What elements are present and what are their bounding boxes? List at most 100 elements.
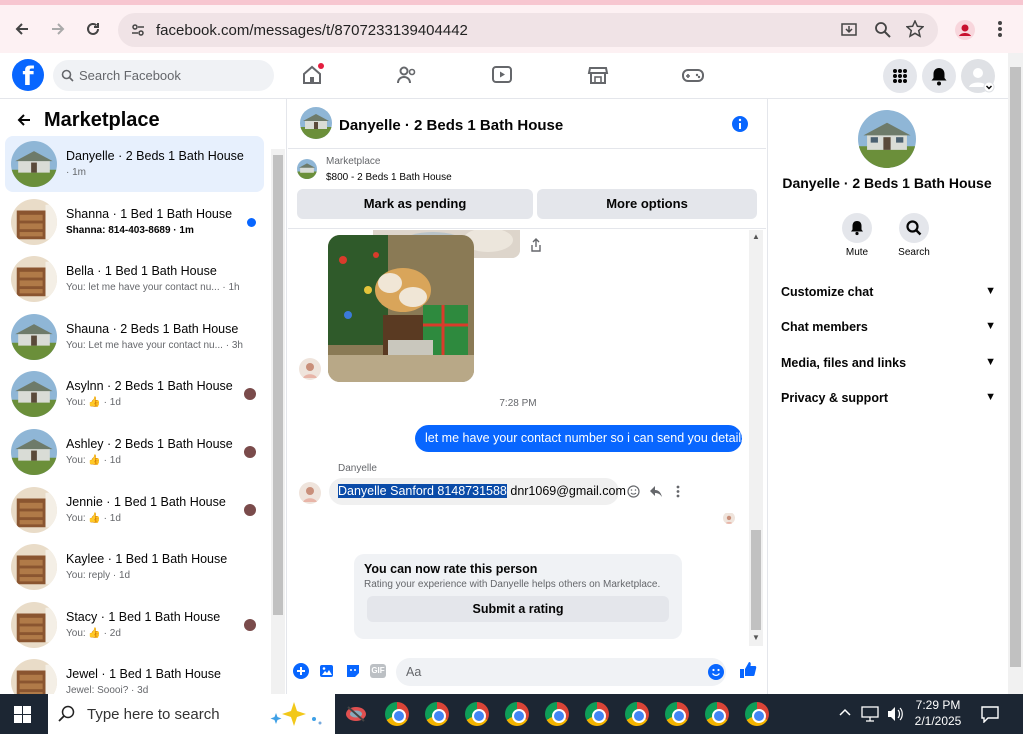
notification-center-icon[interactable] — [981, 705, 999, 728]
reply-icon[interactable] — [649, 485, 663, 503]
menu-grid-icon[interactable] — [883, 59, 917, 93]
zoom-icon[interactable] — [874, 21, 892, 44]
conversation-item[interactable]: Shanna · 1 Bed 1 Bath House Shanna: 814-4… — [5, 194, 264, 250]
chrome-taskbar-icon[interactable] — [385, 702, 409, 726]
cat-photo-attachment[interactable] — [328, 235, 474, 382]
selected-text[interactable]: Danyelle Sanford 8148731588 — [338, 484, 507, 498]
submit-rating-button[interactable]: Submit a rating — [367, 596, 669, 622]
account-avatar[interactable] — [961, 59, 995, 93]
conversation-item[interactable]: Danyelle · 2 Beds 1 Bath House · 1m — [5, 136, 264, 192]
emoji-icon[interactable] — [708, 664, 724, 685]
back-arrow-icon[interactable] — [16, 112, 32, 133]
volume-icon[interactable] — [886, 706, 904, 727]
chrome-taskbar-icon[interactable] — [465, 702, 489, 726]
chrome-taskbar-icon[interactable] — [425, 702, 449, 726]
conversation-thumbnail — [11, 659, 57, 694]
chrome-taskbar-icon[interactable] — [625, 702, 649, 726]
search-conversation-button[interactable] — [899, 213, 929, 243]
conversation-item[interactable]: Jewel · 1 Bed 1 Bath House Jewel: Soooi? … — [5, 654, 264, 694]
chrome-taskbar-icon[interactable] — [585, 702, 609, 726]
conversation-thumbnail — [11, 141, 57, 187]
chrome-taskbar-icon[interactable] — [665, 702, 689, 726]
home-icon[interactable] — [300, 63, 324, 87]
conversation-title: Shanna · 1 Bed 1 Bath House — [66, 206, 233, 221]
conversation-list-panel: Marketplace Danyelle · 2 Beds 1 Bath Hou… — [0, 99, 287, 694]
search-highlight-icon[interactable] — [264, 699, 326, 734]
privacy-support-section[interactable]: Privacy & support ▼ — [781, 391, 996, 405]
gif-icon[interactable]: GIF — [370, 664, 386, 678]
browser-menu-icon[interactable] — [995, 19, 1005, 44]
conversation-item[interactable]: Kaylee · 1 Bed 1 Bath House You: reply · … — [5, 539, 264, 595]
outgoing-message-bubble[interactable]: let me have your contact number so i can… — [415, 425, 747, 452]
message-rest[interactable]: dnr1069@gmail.com — [507, 484, 626, 498]
conversation-thumbnail — [11, 198, 57, 245]
more-actions-icon[interactable] — [676, 485, 680, 503]
address-bar[interactable]: facebook.com/messages/t/8707233139404442 — [118, 13, 938, 47]
taskbar-time[interactable]: 7:29 PM — [908, 698, 968, 712]
bookmark-star-icon[interactable] — [905, 19, 925, 43]
marketplace-icon[interactable] — [586, 63, 610, 87]
forward-icon[interactable] — [44, 15, 72, 43]
listing-title[interactable]: $800 - 2 Beds 1 Bath House — [326, 172, 452, 183]
conversation-item[interactable]: Ashley · 2 Beds 1 Bath House You: 👍 · 1d — [5, 424, 264, 480]
danyelle-avatar[interactable] — [299, 358, 321, 380]
chrome-taskbar-icon[interactable] — [545, 702, 569, 726]
media-files-links-section[interactable]: Media, files and links ▼ — [781, 356, 996, 370]
scroll-down-icon[interactable]: ▼ — [752, 633, 760, 642]
back-icon[interactable] — [8, 15, 36, 43]
chrome-taskbar-icon[interactable] — [705, 702, 729, 726]
url-text[interactable]: facebook.com/messages/t/8707233139404442 — [156, 22, 468, 39]
taskbar-date[interactable]: 2/1/2025 — [908, 714, 968, 728]
conversation-thumbnail — [11, 544, 57, 591]
chat-title[interactable]: Danyelle · 2 Beds 1 Bath House — [339, 117, 563, 134]
incoming-message-bubble[interactable]: Danyelle Sanford 8148731588 dnr1069@gmai… — [329, 478, 626, 505]
taskbar-search-box[interactable]: Type here to search — [48, 694, 335, 734]
chevron-up-icon[interactable] — [839, 707, 851, 722]
conversation-list-scrollbar[interactable] — [271, 149, 285, 694]
conversation-item[interactable]: Shauna · 2 Beds 1 Bath House You: Let me … — [5, 309, 264, 365]
page-scrollbar[interactable] — [1008, 53, 1023, 694]
mute-bell-icon — [851, 221, 863, 236]
message-input-placeholder: Aa — [406, 665, 422, 679]
network-icon[interactable] — [861, 706, 879, 727]
reload-icon[interactable] — [79, 15, 107, 43]
listing-thumbnail[interactable] — [297, 159, 317, 179]
listing-avatar[interactable] — [858, 110, 916, 168]
chat-members-section[interactable]: Chat members ▼ — [781, 320, 996, 334]
scroll-up-icon[interactable]: ▲ — [752, 232, 760, 241]
message-input[interactable]: Aa — [396, 658, 726, 686]
site-info-icon[interactable] — [130, 22, 146, 43]
notifications-bell-icon[interactable] — [922, 59, 956, 93]
customize-chat-section[interactable]: Customize chat ▼ — [781, 285, 996, 299]
conversation-item[interactable]: Asylnn · 2 Beds 1 Bath House You: 👍 · 1d — [5, 366, 264, 422]
thumbs-up-icon[interactable] — [739, 661, 757, 684]
add-attachment-icon[interactable] — [293, 663, 309, 684]
mute-button[interactable] — [842, 213, 872, 243]
info-icon[interactable] — [731, 115, 749, 138]
more-options-button[interactable]: More options — [537, 189, 757, 219]
mark-as-pending-button[interactable]: Mark as pending — [297, 189, 533, 219]
photo-icon[interactable] — [319, 663, 335, 684]
chrome-taskbar-icon[interactable] — [745, 702, 769, 726]
facebook-search-input[interactable]: Search Facebook — [53, 60, 274, 91]
facebook-logo[interactable]: f — [12, 59, 44, 92]
profile-icon[interactable] — [955, 20, 975, 45]
danyelle-avatar-2[interactable] — [299, 482, 321, 504]
react-emoji-icon[interactable] — [627, 485, 640, 503]
sticker-icon[interactable] — [345, 663, 361, 684]
rating-title: You can now rate this person — [364, 562, 538, 576]
taskbar-app-icon[interactable] — [344, 703, 368, 730]
gaming-icon[interactable] — [681, 63, 705, 87]
video-icon[interactable] — [490, 63, 514, 87]
chat-scrollbar[interactable]: ▲ ▼ — [749, 230, 763, 646]
conversation-preview: You: 👍 · 2d — [66, 627, 121, 639]
chat-header-avatar[interactable] — [300, 107, 332, 139]
conversation-item[interactable]: Jennie · 1 Bed 1 Bath House You: 👍 · 1d — [5, 482, 264, 538]
friends-icon[interactable] — [395, 63, 419, 87]
share-icon[interactable] — [530, 238, 542, 257]
windows-start-icon[interactable] — [14, 706, 31, 728]
chrome-taskbar-icon[interactable] — [505, 702, 529, 726]
conversation-item[interactable]: Bella · 1 Bed 1 Bath House You: let me ha… — [5, 251, 264, 307]
install-app-icon[interactable] — [840, 21, 858, 44]
conversation-item[interactable]: Stacy · 1 Bed 1 Bath House You: 👍 · 2d — [5, 597, 264, 653]
